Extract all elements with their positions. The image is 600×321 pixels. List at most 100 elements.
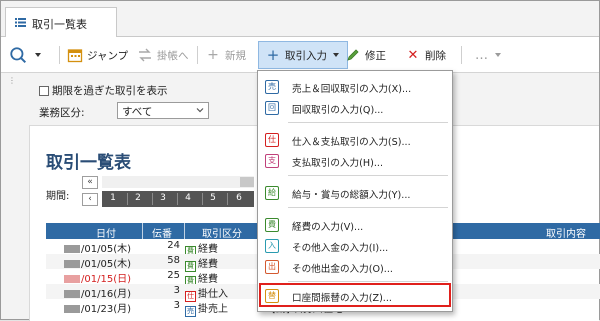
withdrawal-icon: 出: [265, 260, 279, 274]
search-icon: [10, 47, 27, 64]
expense-icon: 費: [265, 218, 279, 232]
show-expired-checkbox[interactable]: 期限を過ぎた取引を表示: [39, 83, 168, 98]
redacted-year: [64, 245, 80, 253]
chevron-down-icon: [196, 108, 204, 113]
sales-icon: 売: [265, 80, 279, 94]
category-select[interactable]: すべて: [117, 102, 209, 119]
toolbar: ジャンプ 掛帳へ + 新規 + 取引入力 修正 ✕ 削除 …: [1, 37, 599, 73]
period-label: 期間:: [46, 191, 70, 202]
menu-item-sales-and-collection[interactable]: 売 売上＆回収取引の入力(X)...: [258, 76, 452, 98]
search-dropdown-chevron-icon[interactable]: [35, 53, 41, 57]
jump-button[interactable]: ジャンプ: [67, 41, 128, 69]
period-1[interactable]: 1: [102, 193, 124, 203]
period-3[interactable]: 3: [152, 193, 174, 203]
period-prev-button[interactable]: ‹: [82, 193, 98, 206]
calendar-icon: [67, 49, 83, 63]
category-text: 掛売上: [198, 304, 228, 315]
date-cell: /01/15(日): [64, 270, 131, 285]
tab-transaction-list[interactable]: 取引一覧表: [5, 7, 117, 38]
category-select-value: すべて: [122, 106, 153, 118]
panel-grip-icon[interactable]: ⋮: [8, 77, 16, 85]
redacted-year: [64, 305, 80, 313]
chevron-down-icon: [333, 53, 339, 57]
menu-item-label: 売上＆回収取引の入力(X)...: [292, 84, 412, 95]
redacted-year: [64, 260, 80, 268]
transaction-entry-label: 取引入力: [285, 49, 327, 62]
search-button[interactable]: [9, 41, 41, 69]
column-header-category[interactable]: 取引区分: [192, 225, 252, 240]
column-header-content[interactable]: 取引内容: [536, 225, 596, 240]
menu-item-salary-total[interactable]: 給 給与・賞与の総額入力(Y)...: [258, 182, 452, 204]
column-header-date[interactable]: 日付: [76, 225, 136, 240]
more-button[interactable]: …: [475, 41, 501, 69]
date-cell: /01/05(木): [64, 240, 131, 255]
menu-item-label: 仕入＆支払取引の入力(S)...: [292, 137, 411, 148]
number-cell: 3: [173, 300, 180, 311]
transaction-entry-menu: 売 売上＆回収取引の入力(X)... 回 回収取引の入力(Q)... 仕 仕入＆…: [257, 70, 453, 312]
date-cell: /01/05(木): [64, 255, 131, 270]
show-expired-label: 期限を過ぎた取引を表示: [52, 85, 168, 97]
edit-label: 修正: [365, 49, 386, 62]
list-icon: [15, 18, 26, 27]
period-6[interactable]: 6: [228, 193, 250, 203]
plus-icon: +: [207, 47, 219, 63]
date-text: /01/23(月): [81, 304, 131, 315]
plus-icon: +: [266, 46, 280, 64]
menu-item-other-deposit[interactable]: 入 その他入金の入力(I)...: [258, 235, 452, 257]
tab-strip: 取引一覧表: [1, 1, 599, 38]
menu-item-label: 支払取引の入力(H)...: [292, 158, 384, 169]
toolbar-divider: [59, 46, 60, 64]
category-label: 業務区分:: [39, 107, 85, 119]
purchase-icon: 仕: [265, 133, 279, 147]
menu-item-collection[interactable]: 回 回収取引の入力(Q)...: [258, 97, 452, 119]
category-cell: 売掛売上: [185, 300, 228, 317]
menu-separator: [288, 122, 448, 123]
number-cell: 25: [167, 270, 180, 281]
period-4[interactable]: 4: [177, 193, 199, 203]
menu-item-label: 給与・賞与の総額入力(Y)...: [292, 190, 411, 201]
delete-button[interactable]: ✕ 削除: [405, 41, 446, 69]
period-prev-year-button[interactable]: «: [82, 176, 98, 189]
period-slider-track[interactable]: [102, 176, 254, 188]
to-books-button[interactable]: 掛帳へ: [137, 41, 189, 69]
menu-item-expense[interactable]: 費 経費の入力(V)...: [258, 214, 452, 236]
app-window: 取引一覧表 ジャンプ 掛帳へ + 新規 + 取引入力 修正 ✕ 削除 … ⋮ 期…: [0, 0, 600, 321]
sales-badge-icon: 売: [185, 306, 196, 317]
column-divider: [184, 223, 185, 239]
toolbar-divider: [197, 46, 198, 64]
more-label: …: [475, 47, 489, 63]
menu-item-label: 回収取引の入力(Q)...: [292, 105, 384, 116]
menu-item-label: その他入金の入力(I)...: [292, 243, 389, 254]
transaction-entry-button[interactable]: + 取引入力: [258, 41, 348, 69]
menu-item-payment[interactable]: 支 支払取引の入力(H)...: [258, 150, 452, 172]
pencil-icon: [347, 49, 359, 61]
period-5[interactable]: 5: [202, 193, 224, 203]
menu-item-other-withdrawal[interactable]: 出 その他出金の入力(O)...: [258, 256, 452, 278]
delete-label: 削除: [425, 49, 446, 62]
toolbar-divider: [461, 46, 462, 64]
checkbox-box[interactable]: [39, 85, 49, 96]
period-slider-thumb[interactable]: [240, 177, 254, 187]
redacted-year: [64, 290, 80, 298]
period-2[interactable]: 2: [127, 193, 149, 203]
menu-separator: [288, 207, 448, 208]
date-cell: /01/23(月): [64, 300, 131, 315]
number-cell: 58: [167, 255, 180, 266]
close-icon: ✕: [407, 47, 419, 63]
chevron-down-icon: [495, 53, 501, 57]
salary-icon: 給: [265, 186, 279, 200]
edit-button[interactable]: 修正: [345, 41, 386, 69]
payment-icon: 支: [265, 154, 279, 168]
column-divider: [142, 223, 143, 239]
menu-separator: [288, 281, 448, 282]
column-header-number[interactable]: 伝番: [144, 225, 180, 240]
new-label: 新規: [225, 49, 246, 62]
new-button[interactable]: + 新規: [205, 41, 246, 69]
menu-item-purchase-and-payment[interactable]: 仕 仕入＆支払取引の入力(S)...: [258, 129, 452, 151]
highlight-box: [259, 283, 451, 307]
collection-icon: 回: [265, 101, 279, 115]
number-cell: 24: [167, 240, 180, 251]
transfer-arrows-icon: [139, 48, 151, 62]
redacted-year: [64, 275, 80, 283]
menu-item-label: その他出金の入力(O)...: [292, 264, 393, 275]
